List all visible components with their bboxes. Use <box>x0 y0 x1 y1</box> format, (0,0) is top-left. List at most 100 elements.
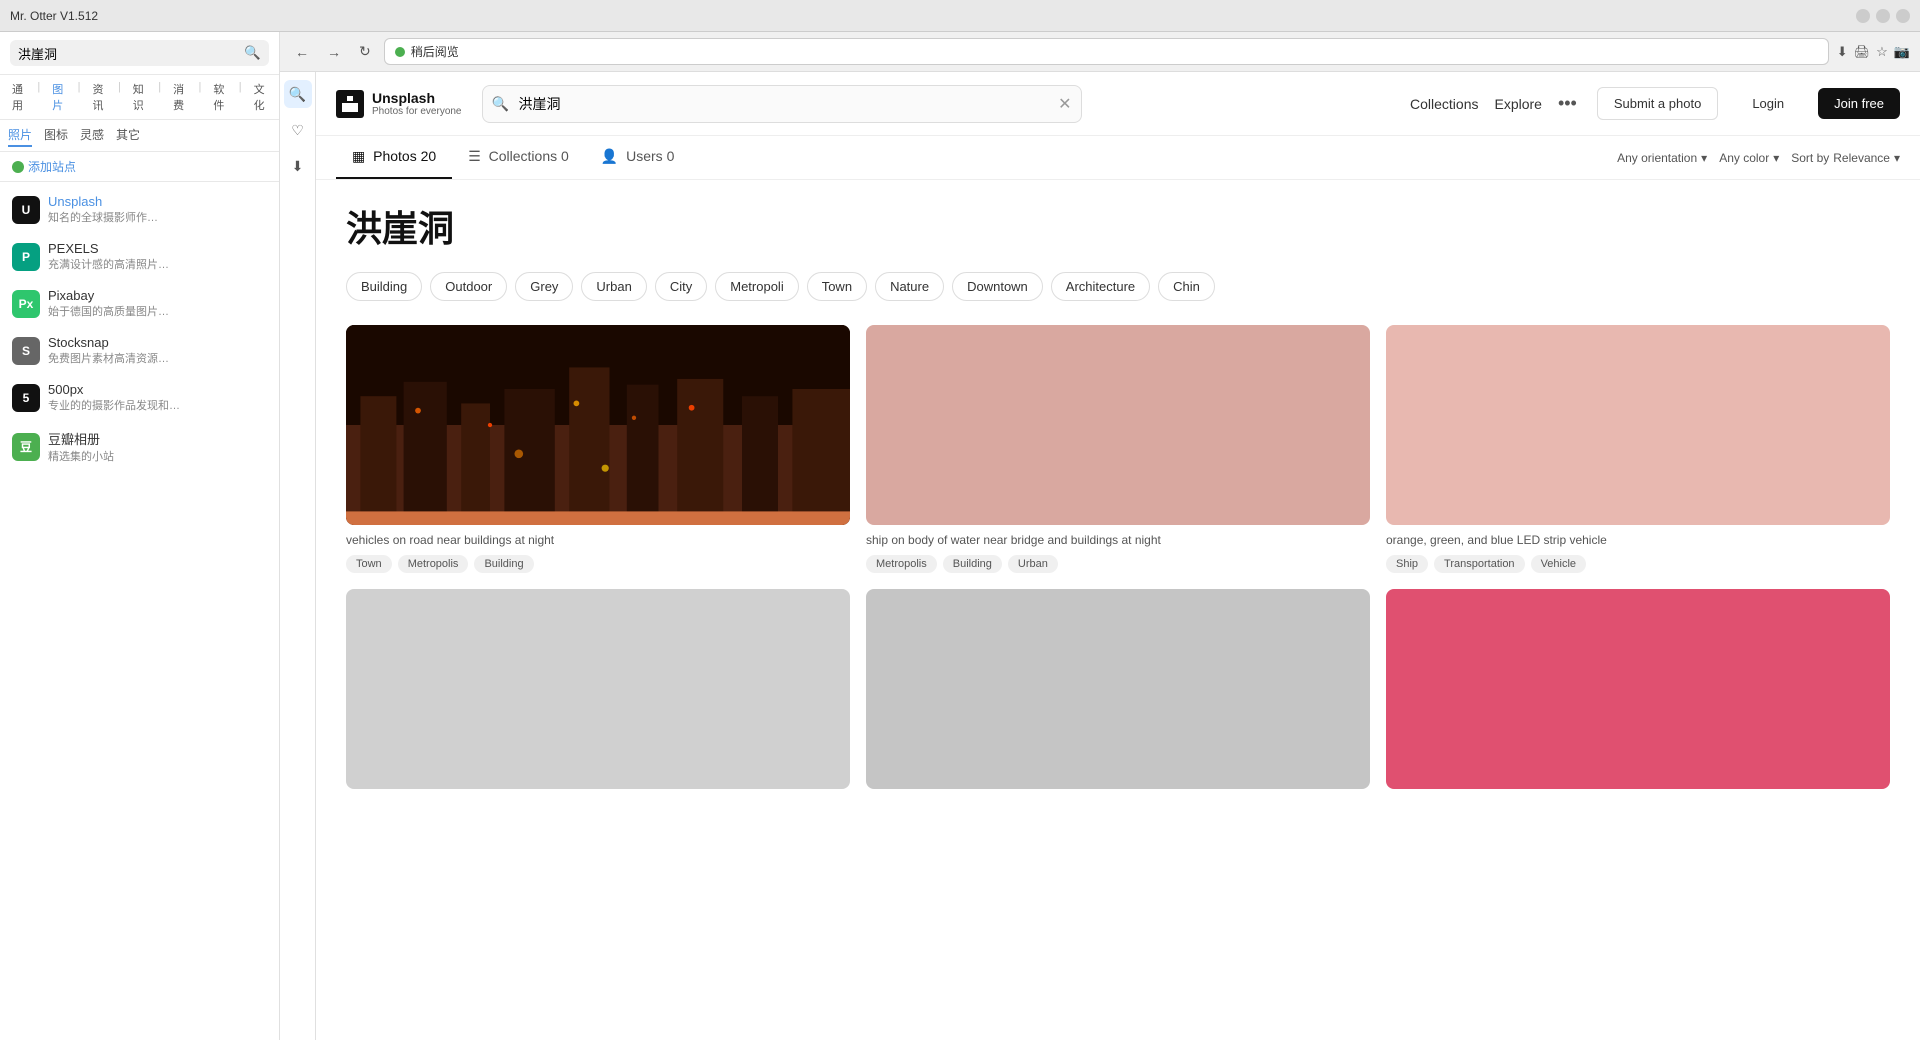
main-content: ← → ↻ 稍后阅览 ⬇ 🖨 ☆ 📷 🔍 ♡ ⬇ <box>280 32 1920 1040</box>
tag-chip-urban[interactable]: Urban <box>581 272 646 301</box>
unsplash-search-input[interactable]: 洪崖洞 <box>482 85 1082 123</box>
bookmark-icon[interactable]: ☆ <box>1876 44 1888 60</box>
iconbar-search[interactable]: 🔍 <box>284 80 312 108</box>
nav-tab-culture[interactable]: 文化 <box>250 79 271 115</box>
tab-collections[interactable]: ☰ Collections 0 <box>452 136 585 179</box>
tag-building[interactable]: Building <box>474 555 533 573</box>
add-site-button[interactable]: 添加站点 <box>0 152 279 182</box>
tag-chip-outdoor[interactable]: Outdoor <box>430 272 507 301</box>
login-button[interactable]: Login <box>1738 88 1798 119</box>
site-item-douban[interactable]: 豆 豆瓣相册 精选集的小站 <box>0 421 279 472</box>
nav-collections[interactable]: Collections <box>1410 96 1478 112</box>
tag-chip-nature[interactable]: Nature <box>875 272 944 301</box>
sub-tab-other[interactable]: 其它 <box>116 124 140 147</box>
site-desc-douban: 精选集的小站 <box>48 448 267 464</box>
address-bar[interactable]: 稍后阅览 <box>384 38 1829 65</box>
tag-chip-building[interactable]: Building <box>346 272 422 301</box>
search-input[interactable]: 洪崖洞 <box>18 46 244 61</box>
tag-chip-downtown[interactable]: Downtown <box>952 272 1043 301</box>
site-icon-500px: 5 <box>12 384 40 412</box>
tag-urban-2[interactable]: Urban <box>1008 555 1058 573</box>
site-name-stocksnap: Stocksnap <box>48 335 267 350</box>
tag-chip-town[interactable]: Town <box>807 272 867 301</box>
photo-thumb-6[interactable] <box>1386 589 1890 789</box>
site-desc-unsplash: 知名的全球摄影师作… <box>48 209 267 225</box>
nav-tab-knowledge[interactable]: 知识 <box>129 79 150 115</box>
site-info-pixabay: Pixabay 始于德国的高质量图片… <box>48 288 267 319</box>
tag-ship[interactable]: Ship <box>1386 555 1428 573</box>
orientation-select[interactable]: Any orientation ▾ <box>1617 151 1707 165</box>
download-icon[interactable]: ⬇ <box>1837 44 1848 60</box>
site-desc-500px: 专业的的摄影作品发现和… <box>48 397 267 413</box>
site-item-500px[interactable]: 5 500px 专业的的摄影作品发现和… <box>0 374 279 421</box>
site-icon-stocksnap: S <box>12 337 40 365</box>
tag-chip-city[interactable]: City <box>655 272 707 301</box>
iconbar-download[interactable]: ⬇ <box>284 152 312 180</box>
unsplash-logo: Unsplash Photos for everyone <box>336 90 462 118</box>
photo-thumb-5[interactable] <box>866 589 1370 789</box>
maximize-button[interactable] <box>1876 9 1890 23</box>
close-button[interactable] <box>1896 9 1910 23</box>
search-icon-button[interactable]: 🔍 <box>244 45 261 61</box>
site-info-stocksnap: Stocksnap 免费图片素材高清资源… <box>48 335 267 366</box>
forward-button[interactable]: → <box>322 42 346 62</box>
tab-users[interactable]: 👤 Users 0 <box>585 136 691 179</box>
join-free-button[interactable]: Join free <box>1818 88 1900 119</box>
tab-photos[interactable]: ▦ Photos 20 <box>336 136 452 179</box>
us-clear-button[interactable]: ✕ <box>1058 94 1071 114</box>
unsplash-page: Unsplash Photos for everyone 🔍 洪崖洞 ✕ Col… <box>316 72 1920 1040</box>
tag-chip-architecture[interactable]: Architecture <box>1051 272 1150 301</box>
tag-chip-grey[interactable]: Grey <box>515 272 573 301</box>
search-results: 洪崖洞 BuildingOutdoorGreyUrbanCityMetropol… <box>316 180 1920 1040</box>
orientation-chevron: ▾ <box>1701 151 1707 165</box>
tag-metropolis[interactable]: Metropolis <box>398 555 469 573</box>
green-dot-icon <box>395 47 405 57</box>
unsplash-header: Unsplash Photos for everyone 🔍 洪崖洞 ✕ Col… <box>316 72 1920 136</box>
print-icon[interactable]: 🖨 <box>1854 44 1871 60</box>
sort-select[interactable]: Sort by Relevance ▾ <box>1791 151 1900 165</box>
site-item-pixabay[interactable]: Px Pixabay 始于德国的高质量图片… <box>0 280 279 327</box>
sub-tab-inspiration[interactable]: 灵感 <box>80 124 104 147</box>
tag-chip-metropoli[interactable]: Metropoli <box>715 272 798 301</box>
sub-tab-icons[interactable]: 图标 <box>44 124 68 147</box>
nav-tab-general[interactable]: 通用 <box>8 79 29 115</box>
tag-chip-chin[interactable]: Chin <box>1158 272 1215 301</box>
tag-vehicle[interactable]: Vehicle <box>1531 555 1586 573</box>
color-select[interactable]: Any color ▾ <box>1719 151 1779 165</box>
site-item-stocksnap[interactable]: S Stocksnap 免费图片素材高清资源… <box>0 327 279 374</box>
window-controls[interactable] <box>1856 9 1910 23</box>
photo-thumb-3[interactable] <box>1386 325 1890 525</box>
photo-thumb-1[interactable] <box>346 325 850 525</box>
camera-icon[interactable]: 📷 <box>1894 44 1910 60</box>
nav-tab-consume[interactable]: 消费 <box>169 79 190 115</box>
photo-thumb-4[interactable] <box>346 589 850 789</box>
submit-photo-button[interactable]: Submit a photo <box>1597 87 1718 120</box>
nav-explore[interactable]: Explore <box>1494 96 1541 112</box>
tag-chips: Building Outdoor Grey Urban City Metropoli Tow… <box>346 272 1890 301</box>
site-item-unsplash[interactable]: U Unsplash 知名的全球摄影师作… <box>0 186 279 233</box>
tab-collections-label: Collections 0 <box>489 148 569 164</box>
sort-filters: Any orientation ▾ Any color ▾ Sort by Re… <box>1617 151 1900 165</box>
tag-transportation[interactable]: Transportation <box>1434 555 1525 573</box>
photo-thumb-2[interactable] <box>866 325 1370 525</box>
tag-town[interactable]: Town <box>346 555 392 573</box>
logo-text: Unsplash Photos for everyone <box>372 90 462 117</box>
tag-metropolis-2[interactable]: Metropolis <box>866 555 937 573</box>
left-sidebar: 洪崖洞 🔍 通用 | 图片 | 资讯 | 知识 | 消费 | 软件 | 文化 照… <box>0 32 280 1040</box>
tab-users-label: Users 0 <box>626 148 674 164</box>
iconbar-heart[interactable]: ♡ <box>284 116 312 144</box>
photo-card-3: orange, green, and blue LED strip vehicl… <box>1386 325 1890 573</box>
site-icon-pexels: P <box>12 243 40 271</box>
minimize-button[interactable] <box>1856 9 1870 23</box>
nav-more-icon[interactable]: ••• <box>1558 93 1577 114</box>
site-item-pexels[interactable]: P PEXELS 充满设计感的高清照片… <box>0 233 279 280</box>
nav-tab-photos[interactable]: 图片 <box>48 79 69 115</box>
nav-tab-software[interactable]: 软件 <box>209 79 230 115</box>
nav-tab-news[interactable]: 资讯 <box>89 79 110 115</box>
back-button[interactable]: ← <box>290 42 314 62</box>
sub-tab-photos[interactable]: 照片 <box>8 124 32 147</box>
site-info-500px: 500px 专业的的摄影作品发现和… <box>48 382 267 413</box>
refresh-button[interactable]: ↻ <box>354 41 376 62</box>
tag-building-2[interactable]: Building <box>943 555 1002 573</box>
logo-tagline: Photos for everyone <box>372 106 462 117</box>
